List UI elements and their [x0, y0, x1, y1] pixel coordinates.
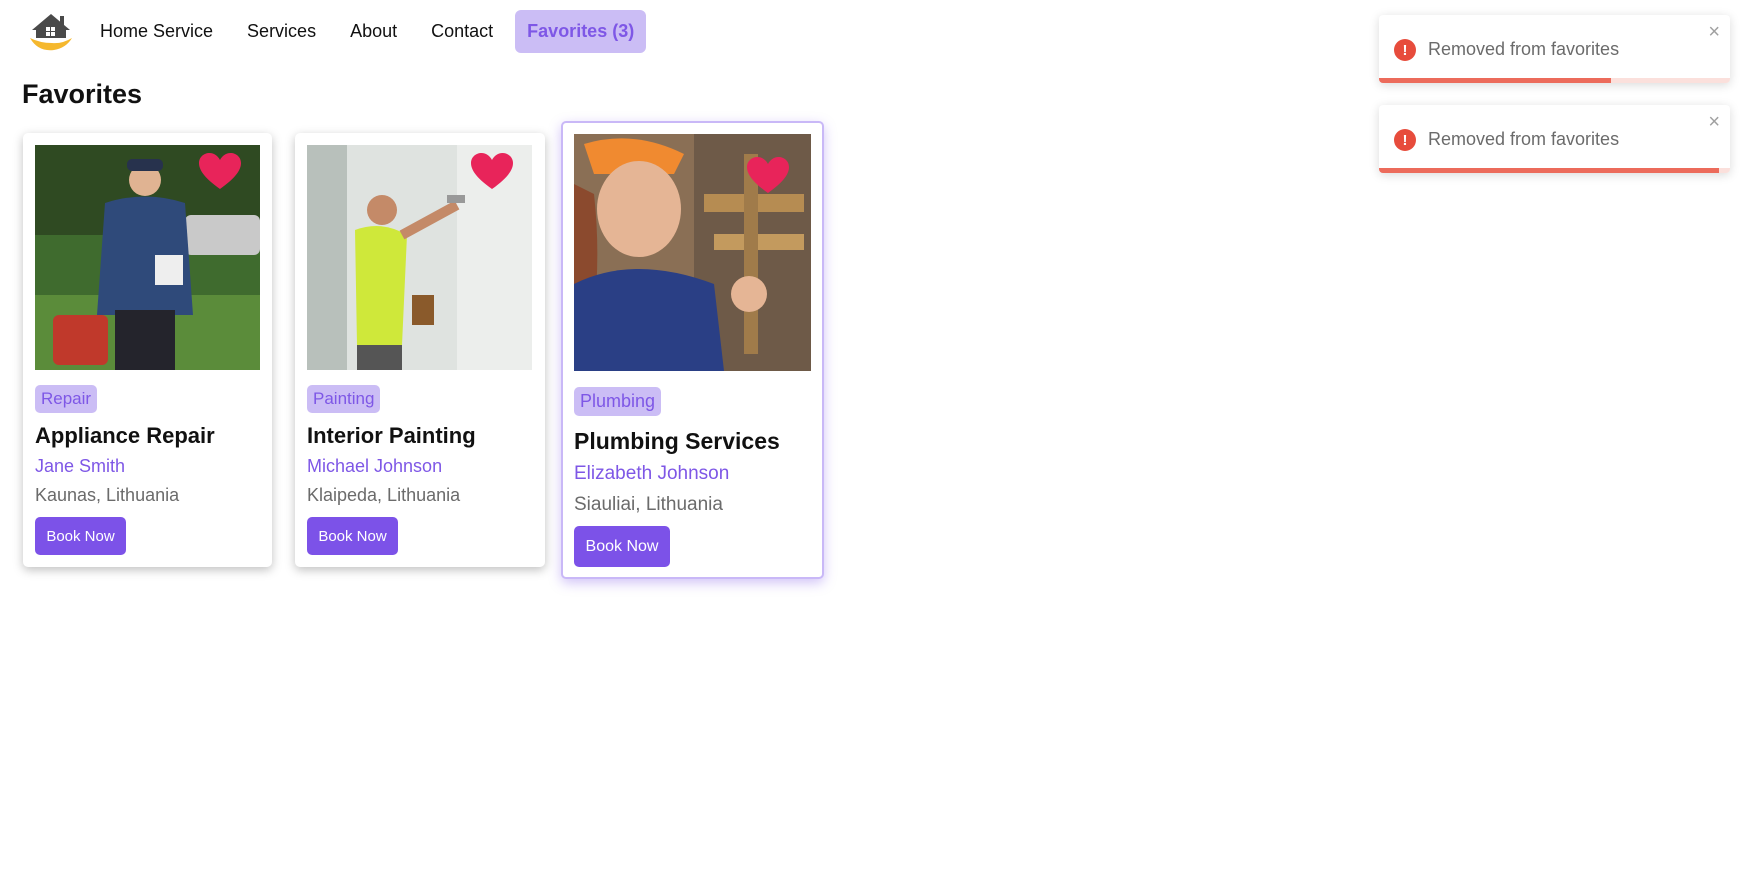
service-title: Interior Painting	[307, 423, 476, 448]
heart-icon[interactable]	[747, 157, 789, 195]
error-icon: !	[1394, 129, 1416, 151]
toast-message: Removed from favorites	[1428, 129, 1620, 149]
nav-favorites[interactable]: Favorites (3)	[515, 9, 647, 53]
service-card: Repair Appliance Repair Jane Smith Kauna…	[23, 133, 272, 567]
category-tag: Plumbing	[574, 387, 662, 416]
service-location: Siauliai, Lithuania	[574, 494, 723, 515]
error-icon: !	[1394, 39, 1416, 61]
toast-notification: ! Removed from favorites ×	[1379, 15, 1730, 83]
category-tag: Repair	[35, 385, 98, 413]
service-title: Plumbing Services	[574, 428, 780, 454]
provider-name[interactable]: Michael Johnson	[307, 456, 442, 477]
provider-name[interactable]: Elizabeth Johnson	[574, 463, 729, 485]
nav-services[interactable]: Services	[235, 11, 328, 52]
toast-notification: ! Removed from favorites ×	[1379, 105, 1730, 173]
nav-home-service[interactable]: Home Service	[88, 11, 225, 52]
heart-icon[interactable]	[199, 153, 241, 191]
book-now-button[interactable]: Book Now	[307, 517, 398, 555]
category-tag: Painting	[307, 385, 381, 413]
house-hand-logo-icon[interactable]	[28, 8, 74, 54]
service-card: Plumbing Plumbing Services Elizabeth Joh…	[561, 121, 824, 579]
service-location: Kaunas, Lithuania	[35, 485, 180, 505]
book-now-button[interactable]: Book Now	[35, 517, 126, 555]
service-location: Klaipeda, Lithuania	[307, 485, 461, 505]
book-now-button[interactable]: Book Now	[574, 526, 670, 567]
provider-name[interactable]: Jane Smith	[35, 456, 125, 477]
service-title: Appliance Repair	[35, 423, 215, 448]
toast-message: Removed from favorites	[1428, 39, 1620, 59]
nav-contact[interactable]: Contact	[419, 11, 505, 52]
nav-about[interactable]: About	[338, 11, 409, 52]
close-icon[interactable]: ×	[1708, 111, 1720, 134]
service-card: Painting Interior Painting Michael Johns…	[295, 133, 545, 567]
toast-progress-bar	[1379, 168, 1720, 173]
heart-icon[interactable]	[471, 153, 513, 191]
close-icon[interactable]: ×	[1708, 21, 1720, 44]
toast-progress-bar	[1379, 78, 1611, 83]
page-title: Favorites	[22, 79, 143, 109]
